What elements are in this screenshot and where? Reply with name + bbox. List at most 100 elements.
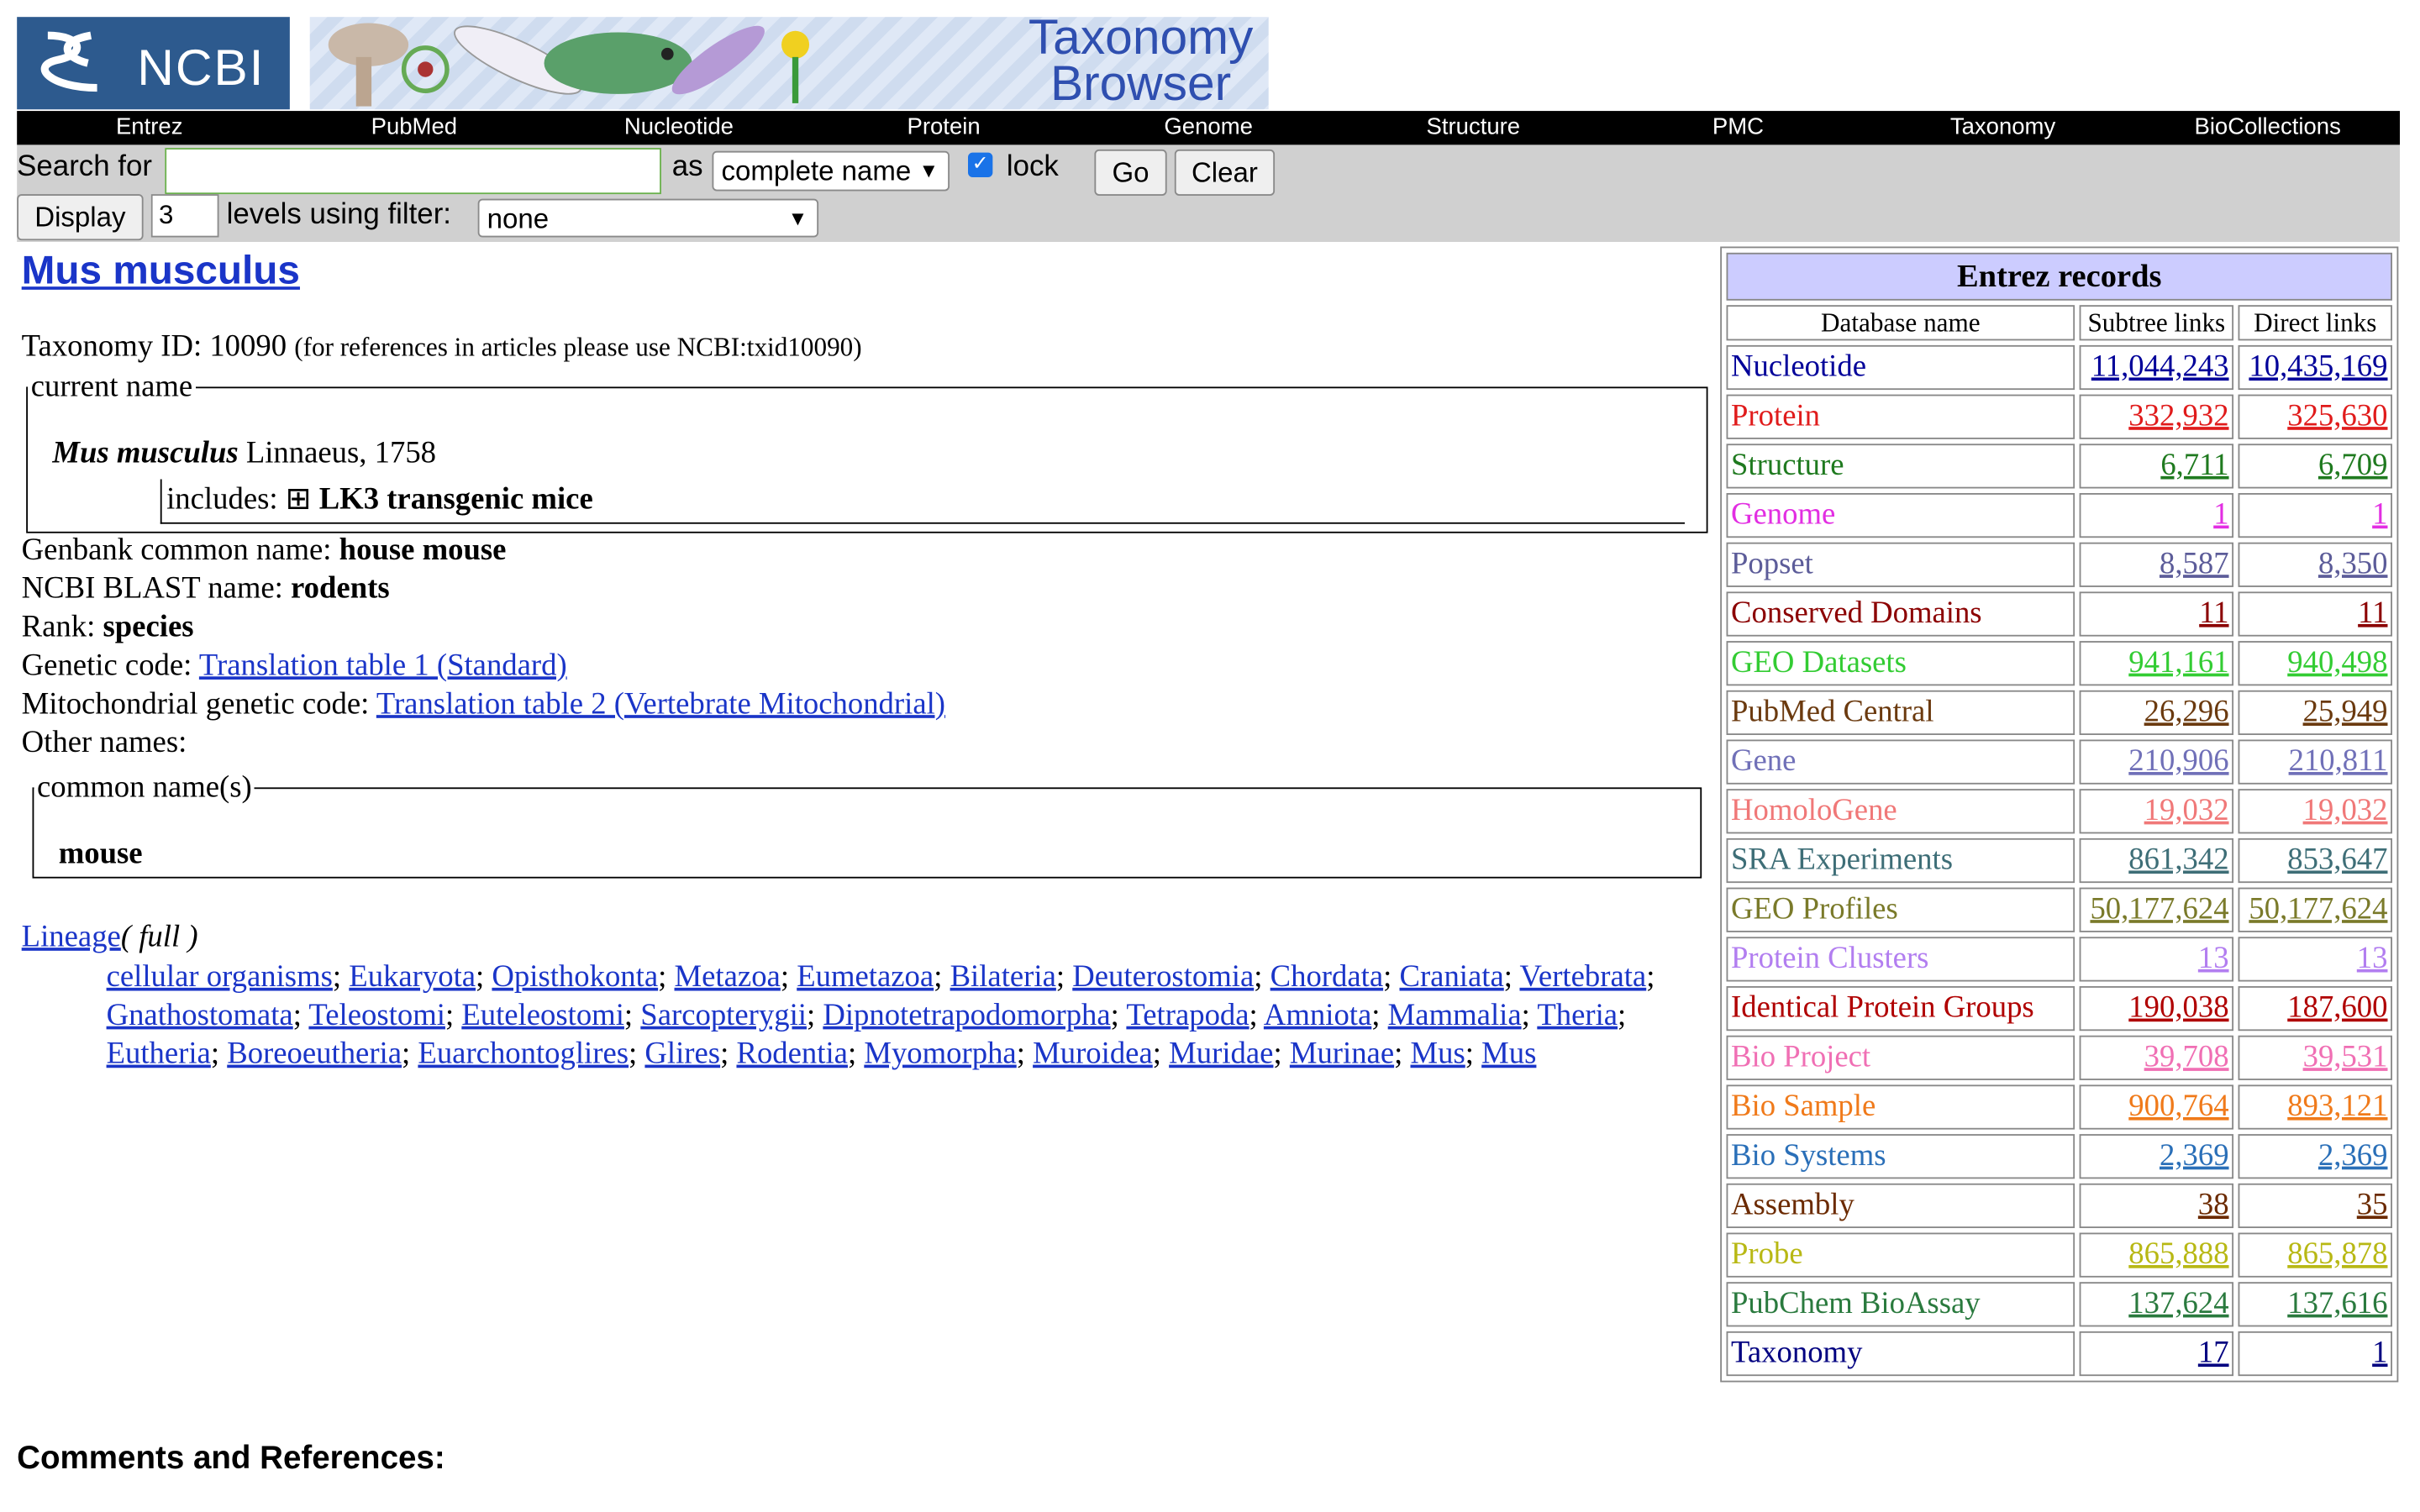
lineage-item[interactable]: Dipnotetrapodomorpha [823,999,1110,1032]
lineage-item[interactable]: Myomorpha [864,1037,1016,1071]
subtree-count-link[interactable]: 861,342 [2128,843,2228,876]
direct-count-cell[interactable]: 6,709 [2238,444,2392,489]
direct-count-link[interactable]: 187,600 [2287,991,2387,1025]
direct-count-link[interactable]: 210,811 [2289,744,2388,778]
subtree-count-cell[interactable]: 39,708 [2079,1035,2234,1080]
direct-count-link[interactable]: 1 [2372,1336,2387,1369]
lineage-item[interactable]: Euteleostomi [461,999,624,1032]
subtree-count-cell[interactable]: 1 [2079,493,2234,538]
direct-count-cell[interactable]: 325,630 [2238,394,2392,439]
subtree-count-cell[interactable]: 332,932 [2079,394,2234,439]
nav-pubmed[interactable]: PubMed [281,111,546,144]
direct-count-link[interactable]: 50,177,624 [2249,892,2387,926]
direct-count-cell[interactable]: 10,435,169 [2238,344,2392,391]
genetic-code-link[interactable]: Translation table 1 (Standard) [199,648,567,682]
nav-genome[interactable]: Genome [1076,111,1341,144]
subtree-count-cell[interactable]: 50,177,624 [2079,887,2234,932]
direct-count-cell[interactable]: 19,032 [2238,789,2392,834]
subtree-count-link[interactable]: 11 [2199,596,2228,630]
direct-count-link[interactable]: 11 [2358,596,2387,630]
subtree-count-cell[interactable]: 2,369 [2079,1134,2234,1179]
direct-count-cell[interactable]: 50,177,624 [2238,887,2392,932]
direct-count-cell[interactable]: 853,647 [2238,837,2392,884]
direct-count-cell[interactable]: 210,811 [2238,739,2392,785]
nav-taxonomy[interactable]: Taxonomy [1870,111,2135,144]
direct-count-link[interactable]: 137,616 [2287,1287,2387,1320]
subtree-count-link[interactable]: 332,932 [2128,399,2228,433]
lineage-item[interactable]: Bilateria [950,960,1056,994]
subtree-count-link[interactable]: 13 [2198,942,2229,975]
lineage-item[interactable]: Metazoa [675,960,781,994]
lineage-item[interactable]: Gnathostomata [107,999,293,1032]
direct-count-cell[interactable]: 39,531 [2238,1035,2392,1080]
subtree-count-cell[interactable]: 900,764 [2079,1084,2234,1130]
subtree-count-link[interactable]: 900,764 [2128,1089,2228,1123]
subtree-count-link[interactable]: 19,032 [2144,794,2229,827]
nav-nucleotide[interactable]: Nucleotide [546,111,811,144]
subtree-count-cell[interactable]: 137,624 [2079,1282,2234,1327]
subtree-count-cell[interactable]: 861,342 [2079,837,2234,884]
subtree-count-link[interactable]: 50,177,624 [2090,892,2228,926]
direct-count-cell[interactable]: 1 [2238,1331,2392,1377]
lineage-item[interactable]: Mammalia [1388,999,1522,1032]
subtree-count-cell[interactable]: 941,161 [2079,641,2234,686]
lineage-item[interactable]: cellular organisms [107,960,333,994]
subtree-count-link[interactable]: 137,624 [2128,1287,2228,1320]
subtree-count-cell[interactable]: 865,888 [2079,1232,2234,1278]
subtree-count-cell[interactable]: 26,296 [2079,690,2234,736]
lineage-item[interactable]: Deuterostomia [1072,960,1254,994]
subtree-count-link[interactable]: 865,888 [2128,1237,2228,1271]
subtree-count-cell[interactable]: 11,044,243 [2079,344,2234,391]
lineage-item[interactable]: Boreoeutheria [227,1037,402,1071]
subtree-count-link[interactable]: 17 [2198,1336,2229,1369]
lineage-item[interactable]: Rodentia [736,1037,847,1071]
direct-count-cell[interactable]: 25,949 [2238,690,2392,736]
lineage-item[interactable]: Euarchontoglires [418,1037,629,1071]
direct-count-link[interactable]: 940,498 [2287,646,2387,680]
lineage-item[interactable]: Eutheria [107,1037,211,1071]
lineage-item[interactable]: Eukaryota [349,960,476,994]
lineage-item[interactable]: Theria [1537,999,1618,1032]
lineage-item[interactable]: Muridae [1169,1037,1273,1071]
direct-count-link[interactable]: 13 [2357,942,2388,975]
subtree-count-link[interactable]: 210,906 [2128,744,2228,778]
direct-count-link[interactable]: 325,630 [2287,399,2387,433]
lineage-item[interactable]: Sarcopterygii [640,999,807,1032]
subtree-count-link[interactable]: 190,038 [2128,991,2228,1025]
direct-count-cell[interactable]: 35 [2238,1183,2392,1229]
lineage-item[interactable]: Vertebrata [1519,960,1646,994]
lineage-item[interactable]: Tetrapoda [1126,999,1249,1032]
nav-structure[interactable]: Structure [1341,111,1606,144]
display-button[interactable]: Display [17,194,144,241]
subtree-count-cell[interactable]: 19,032 [2079,789,2234,834]
subtree-count-link[interactable]: 26,296 [2144,695,2229,728]
direct-count-cell[interactable]: 13 [2238,937,2392,982]
lineage-item[interactable]: Teleostomi [308,999,445,1032]
lineage-link[interactable]: Lineage [22,920,121,953]
mito-code-link[interactable]: Translation table 2 (Vertebrate Mitochon… [376,687,945,721]
direct-count-link[interactable]: 893,121 [2287,1089,2387,1123]
direct-count-link[interactable]: 8,350 [2318,547,2388,580]
clear-button[interactable]: Clear [1174,149,1276,196]
levels-input[interactable]: 3 [150,194,219,238]
subtree-count-link[interactable]: 1 [2213,498,2228,532]
subtree-count-cell[interactable]: 190,038 [2079,986,2234,1032]
subtree-count-cell[interactable]: 6,711 [2079,444,2234,489]
lineage-item[interactable]: Opisthokonta [492,960,658,994]
expand-icon[interactable]: ⊞ [286,482,312,516]
subtree-count-cell[interactable]: 38 [2079,1183,2234,1229]
direct-count-link[interactable]: 39,531 [2303,1040,2388,1074]
direct-count-link[interactable]: 6,709 [2318,449,2388,482]
direct-count-link[interactable]: 10,435,169 [2249,349,2387,383]
subtree-count-cell[interactable]: 210,906 [2079,739,2234,785]
direct-count-link[interactable]: 2,369 [2318,1139,2388,1173]
direct-count-cell[interactable]: 865,878 [2238,1232,2392,1278]
lineage-item[interactable]: Murinae [1290,1037,1394,1071]
nav-protein[interactable]: Protein [812,111,1076,144]
page-title[interactable]: Mus musculus [22,247,300,295]
subtree-count-link[interactable]: 39,708 [2144,1040,2229,1074]
subtree-count-link[interactable]: 941,161 [2128,646,2228,680]
direct-count-link[interactable]: 19,032 [2303,794,2388,827]
direct-count-cell[interactable]: 2,369 [2238,1134,2392,1179]
subtree-count-cell[interactable]: 8,587 [2079,542,2234,587]
